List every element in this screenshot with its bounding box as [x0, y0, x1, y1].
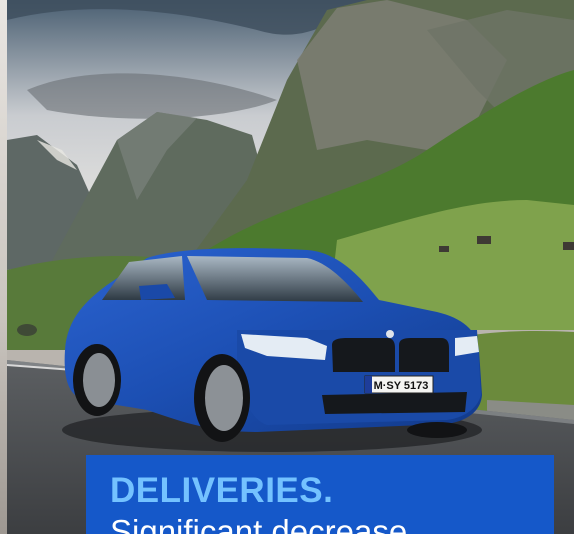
license-plate: M·SY 5173	[374, 380, 429, 392]
promo-subtitle: Significant decrease.	[110, 513, 417, 534]
frame-edge	[0, 0, 7, 534]
promo-banner: DELIVERIES. Significant decrease.	[86, 455, 554, 534]
hero-image: M·SY 5173	[7, 0, 574, 534]
promo-title: DELIVERIES.	[110, 471, 334, 510]
